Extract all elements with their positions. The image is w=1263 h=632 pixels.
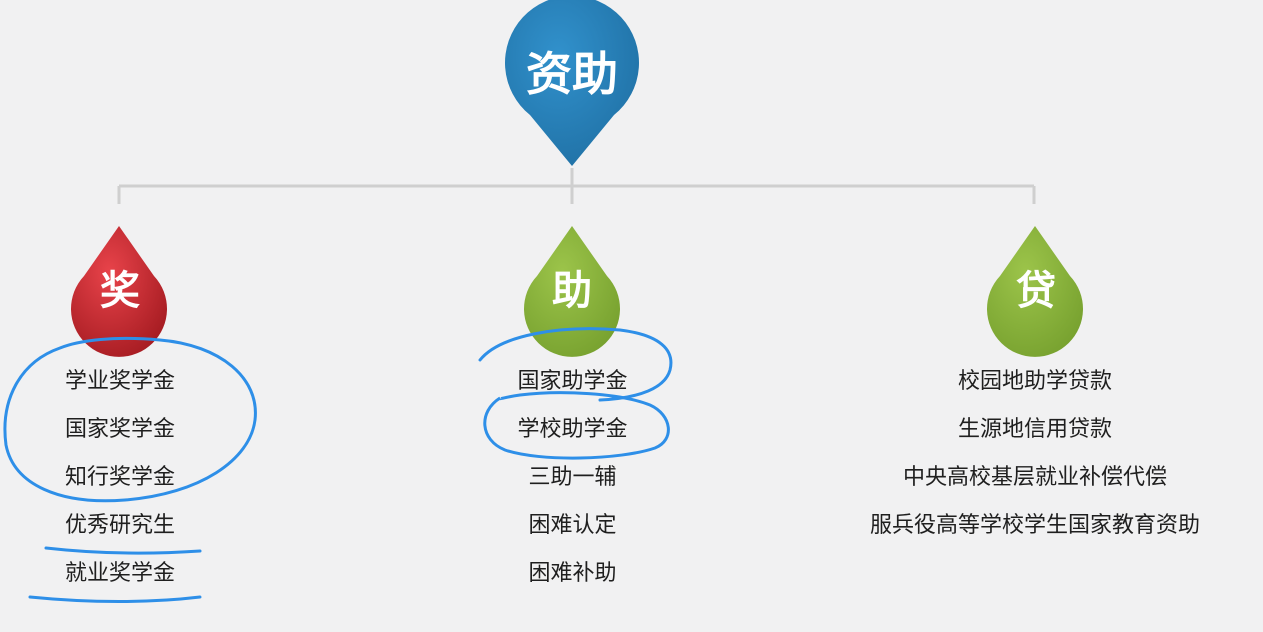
list-item: 生源地信用贷款 bbox=[957, 417, 1112, 442]
jiang-item-list: 学业奖学金 国家奖学金 知行奖学金 优秀研究生 就业奖学金 bbox=[20, 358, 220, 598]
list-item: 困难认定 bbox=[528, 513, 617, 538]
list-item: 困难补助 bbox=[528, 561, 617, 586]
category-jiang-title: 奖 bbox=[100, 268, 140, 314]
list-item: 服兵役高等学校学生国家教育资助 bbox=[869, 513, 1200, 538]
category-zhu-title: 助 bbox=[552, 268, 592, 314]
root-title: 资助 bbox=[526, 47, 618, 101]
list-item: 国家奖学金 bbox=[64, 417, 175, 442]
list-item: 知行奖学金 bbox=[64, 465, 175, 490]
connector-lines bbox=[117, 168, 1036, 204]
list-item: 校园地助学贷款 bbox=[957, 369, 1112, 394]
category-dai-title: 贷 bbox=[1016, 268, 1056, 314]
list-item: 学业奖学金 bbox=[64, 369, 175, 394]
list-item: 国家助学金 bbox=[517, 369, 628, 394]
list-item: 三助一辅 bbox=[528, 465, 617, 490]
dai-item-list: 校园地助学贷款 生源地信用贷款 中央高校基层就业补偿代偿 服兵役高等学校学生国家… bbox=[810, 358, 1260, 550]
list-item: 中央高校基层就业补偿代偿 bbox=[902, 465, 1167, 490]
list-item: 优秀研究生 bbox=[64, 513, 175, 538]
list-item: 学校助学金 bbox=[517, 417, 628, 442]
list-item: 就业奖学金 bbox=[64, 561, 175, 586]
zhu-item-list: 国家助学金 学校助学金 三助一辅 困难认定 困难补助 bbox=[470, 358, 675, 598]
